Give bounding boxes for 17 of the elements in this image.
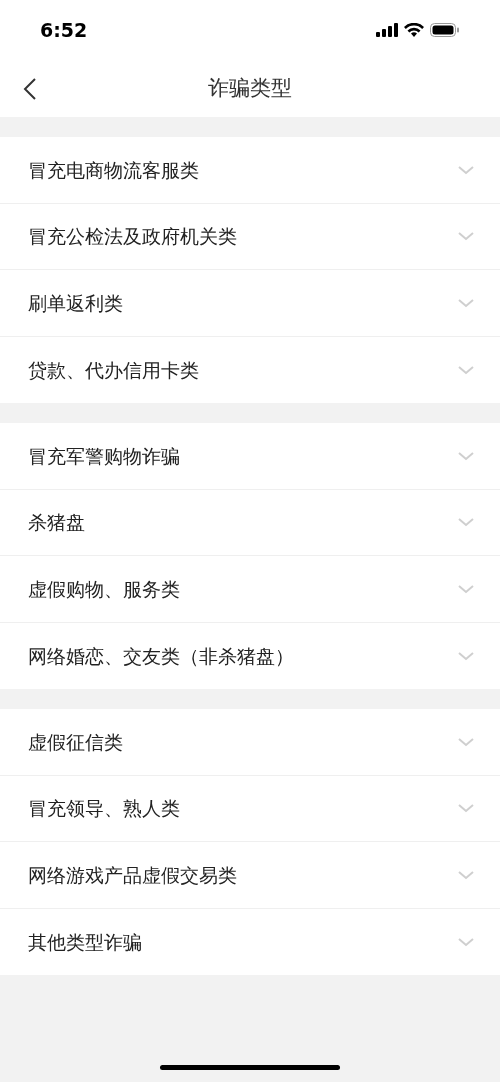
list-item[interactable]: 冒充电商物流客服类 <box>0 137 500 204</box>
list-item[interactable]: 冒充军警购物诈骗 <box>0 423 500 490</box>
list-item[interactable]: 其他类型诈骗 <box>0 908 500 975</box>
battery-icon <box>430 23 460 37</box>
list-item[interactable]: 杀猪盘 <box>0 489 500 556</box>
list-item[interactable]: 冒充领导、熟人类 <box>0 775 500 842</box>
page-title: 诈骗类型 <box>208 74 292 102</box>
status-time: 6:52 <box>40 17 88 43</box>
signal-icon <box>376 23 398 37</box>
list-item[interactable]: 网络婚恋、交友类（非杀猪盘） <box>0 622 500 689</box>
wifi-icon <box>404 23 424 37</box>
list-item[interactable]: 虚假购物、服务类 <box>0 556 500 623</box>
list-item[interactable]: 贷款、代办信用卡类 <box>0 336 500 403</box>
list-item[interactable]: 刷单返利类 <box>0 270 500 337</box>
list-item[interactable]: 虚假征信类 <box>0 709 500 776</box>
list-item[interactable]: 网络游戏产品虚假交易类 <box>0 842 500 909</box>
list-item[interactable]: 冒充公检法及政府机关类 <box>0 203 500 270</box>
